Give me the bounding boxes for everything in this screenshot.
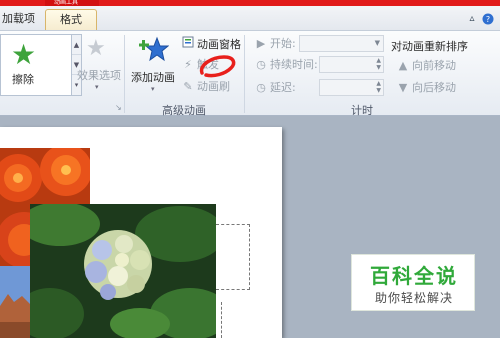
down-arrow-icon: ▼: [398, 81, 408, 94]
start-label: 开始:: [270, 37, 296, 50]
start-select[interactable]: ▼: [299, 35, 384, 52]
placeholder-outline: [216, 224, 250, 290]
delay-label-row: ◷ 延迟:: [254, 79, 296, 96]
svg-text:?: ?: [486, 15, 490, 24]
move-later-button[interactable]: ▼ 向后移动: [396, 79, 456, 96]
chevron-down-icon[interactable]: ▼: [375, 39, 380, 47]
star-green-icon: ★: [11, 38, 37, 71]
delay-stepper[interactable]: ▲ ▼: [319, 79, 384, 96]
animation-dialog-launcher-icon[interactable]: ↘: [115, 103, 122, 112]
effect-options-button[interactable]: 效果选项: [77, 67, 121, 83]
animation-pane-label: 动画窗格: [197, 38, 241, 51]
red-annotation-scribble: [199, 55, 236, 78]
animation-pane-icon: [181, 36, 195, 53]
group-separator: [244, 35, 245, 113]
ribbon-tab-strip: 动画工具 加载项 格式 ▵ ?: [0, 0, 500, 30]
reorder-title: 对动画重新排序: [391, 40, 468, 53]
duration-label-row: ◷ 持续时间:: [254, 56, 318, 73]
gallery-scrollbar[interactable]: ▲ ▼ ▾: [72, 34, 82, 96]
add-animation-button[interactable]: 添加动画: [131, 69, 175, 85]
advanced-animation-group-label: 高级动画: [162, 104, 206, 117]
image-hydrangea[interactable]: [30, 204, 216, 338]
clock-icon: ◷: [256, 58, 266, 71]
animation-gallery[interactable]: ★ 擦除: [0, 34, 72, 96]
start-label-row: ▶ 开始:: [254, 35, 296, 52]
contextual-tab-title: 动画工具: [54, 0, 79, 6]
add-animation-star-icon: [139, 34, 170, 64]
trigger-icon: ⚡: [184, 58, 192, 71]
triangle-right-icon: ▶: [256, 37, 266, 50]
delay-label: 延迟:: [270, 81, 296, 94]
animation-painter-icon: ✎: [183, 80, 193, 93]
slide-canvas[interactable]: [0, 127, 282, 338]
image-canyon[interactable]: [0, 266, 30, 338]
move-earlier-label: 向前移动: [412, 59, 456, 72]
move-later-label: 向后移动: [412, 81, 456, 94]
watermark-logo: 百科全说 助你轻松解决: [351, 254, 475, 311]
spinner-arrows-icon[interactable]: ▲ ▼: [376, 57, 381, 71]
watermark-subtitle: 助你轻松解决: [374, 291, 453, 305]
tab-format[interactable]: 格式: [45, 9, 97, 30]
minimize-ribbon-icon[interactable]: ▵: [466, 13, 478, 25]
clock-icon: ◷: [256, 81, 266, 94]
gallery-item-wipe[interactable]: 擦除: [12, 71, 34, 87]
add-animation-dropdown-icon[interactable]: ▾: [151, 85, 155, 93]
up-arrow-icon: ▲: [398, 59, 408, 72]
tab-addins[interactable]: 加载项: [0, 9, 42, 30]
move-earlier-button[interactable]: ▲ 向前移动: [396, 57, 456, 74]
timing-group-label: 计时: [351, 104, 373, 117]
gallery-scroll-up-icon[interactable]: ▲: [72, 35, 81, 55]
ribbon: ★ 擦除 ▲ ▼ ▾ ★ 效果选项 ▾ ↘ 添加动画 ▾ 动画窗格 ⚡ 触发 ✎ 动…: [0, 30, 500, 117]
watermark-title: 百科全说: [370, 264, 458, 288]
help-icon[interactable]: ?: [482, 13, 494, 25]
star-grey-icon: ★: [86, 36, 106, 61]
duration-stepper[interactable]: ▲ ▼: [319, 56, 384, 73]
effect-options-dropdown-icon[interactable]: ▾: [95, 83, 99, 91]
spinner-arrows-icon[interactable]: ▲ ▼: [376, 80, 381, 94]
duration-label: 持续时间:: [270, 58, 318, 71]
group-separator: [124, 35, 125, 113]
placeholder-outline: [216, 302, 222, 338]
